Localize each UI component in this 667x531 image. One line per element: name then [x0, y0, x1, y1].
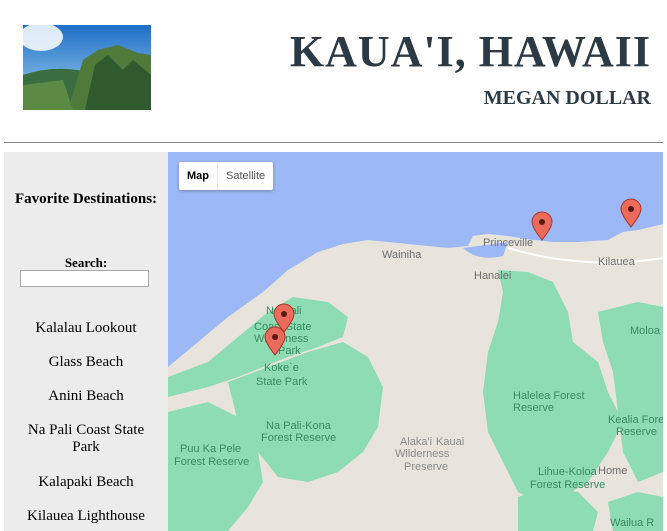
label-lihue-2: Forest Reserve: [530, 479, 605, 491]
label-moloaa: Moloa: [630, 325, 661, 337]
map-type-satellite-button[interactable]: Satellite: [218, 162, 273, 190]
search-input[interactable]: [20, 270, 149, 287]
label-kealia-1: Kealia Forest: [608, 414, 663, 426]
label-puukapele-2: Forest Reserve: [174, 456, 249, 468]
label-halelea-1: Halelea Forest: [513, 390, 585, 402]
destination-anini-beach[interactable]: Anini Beach: [14, 388, 158, 405]
label-kokee-1: Koke`e: [264, 362, 299, 374]
destination-glass-beach[interactable]: Glass Beach: [14, 354, 158, 371]
label-napalikona-1: Na Pali-Kona: [266, 420, 332, 432]
label-alakai-2: Wilderness: [395, 448, 450, 460]
label-halelea-2: Reserve: [513, 402, 554, 414]
page-subtitle: MEGAN DOLLAR: [483, 87, 651, 109]
label-wailua: Wailua R: [610, 517, 654, 529]
header-landscape-image: [23, 25, 151, 110]
page-title: KAUA'I, HAWAII: [289, 27, 651, 76]
map-view[interactable]: Princeville Kilauea Wainiha Hanalei Home…: [168, 152, 663, 531]
label-puukapele-1: Puu Ka Pele: [180, 443, 241, 455]
map-type-control: Map Satellite: [179, 162, 274, 190]
favorites-heading: Favorite Destinations:: [14, 191, 158, 207]
label-princeville: Princeville: [483, 237, 533, 249]
label-lihue-1: Lihue-Koloa: [538, 466, 598, 478]
destination-kalapaki-beach[interactable]: Kalapaki Beach: [14, 474, 158, 491]
label-alakai-1: Alaka'i: [400, 436, 432, 448]
label-homestead: Home: [598, 465, 627, 477]
label-napalikona-2: Forest Reserve: [261, 432, 336, 444]
label-kokee-2: State Park: [256, 376, 308, 388]
label-kauai: Kauai: [436, 436, 464, 448]
sidebar: Favorite Destinations: Search: Kalalau L…: [4, 152, 168, 531]
destination-kilauea-lighthouse[interactable]: Kilauea Lighthouse: [14, 508, 158, 525]
destination-kalalau-lookout[interactable]: Kalalau Lookout: [14, 320, 158, 337]
header: KAUA'I, HAWAII MEGAN DOLLAR: [0, 0, 667, 142]
label-wainiha: Wainiha: [382, 249, 422, 261]
header-divider: [4, 142, 663, 143]
search-label: Search:: [64, 255, 108, 270]
label-kilauea: Kilauea: [598, 256, 636, 268]
label-kealia-2: Reserve: [616, 426, 657, 438]
destination-na-pali-coast-state-park[interactable]: Na Pali Coast State Park: [14, 422, 158, 456]
map-type-map-button[interactable]: Map: [179, 162, 217, 190]
label-hanalei: Hanalei: [474, 270, 511, 282]
label-alakai-3: Preserve: [404, 461, 448, 473]
